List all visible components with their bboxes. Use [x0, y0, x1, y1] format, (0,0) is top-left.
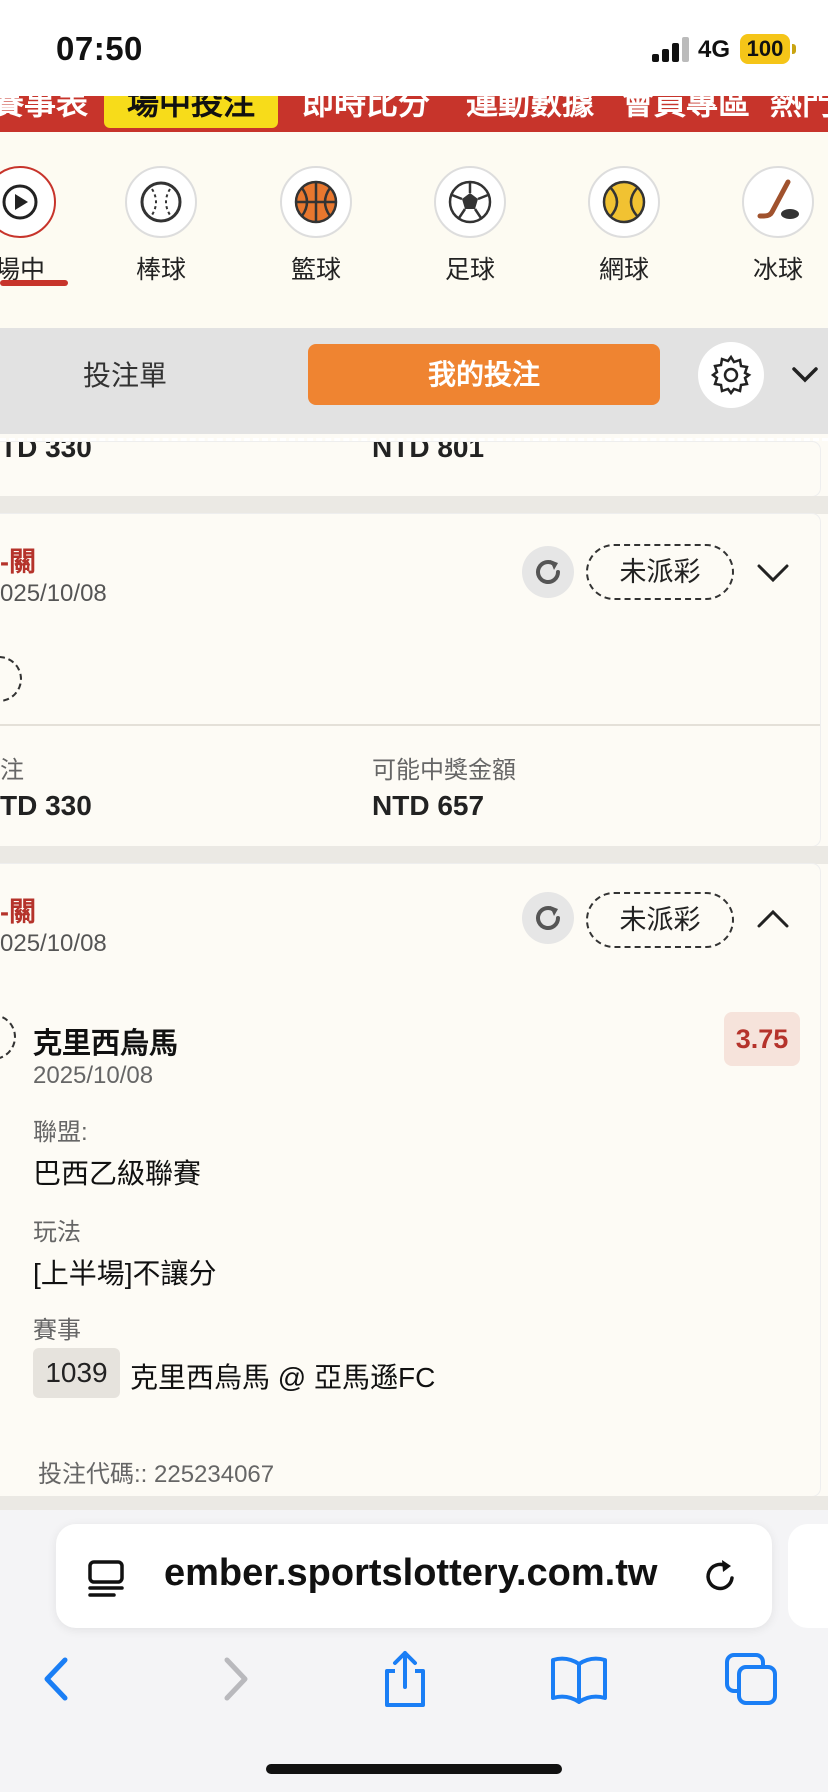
- sport-label: 籃球: [290, 256, 341, 284]
- live-broadcast-icon: [0, 166, 56, 238]
- event-label: 賽事: [33, 1317, 81, 1344]
- tab-betslip[interactable]: 投注單: [40, 346, 210, 406]
- status-bar: 07:50 4G 100: [0, 0, 828, 96]
- market-name: [上半場]不讓分: [33, 1258, 217, 1289]
- bet-type: -關: [0, 547, 36, 577]
- tabs-icon: [725, 1653, 777, 1705]
- collapse-button[interactable]: [788, 358, 822, 392]
- expand-button[interactable]: [752, 552, 794, 594]
- potential-amount: NTD 657: [372, 790, 485, 821]
- reload-icon[interactable]: [700, 1556, 740, 1601]
- browser-toolbar: ember.sportslottery.com.tw: [0, 1510, 828, 1792]
- battery-cap: [792, 44, 796, 54]
- share-icon: [385, 1651, 425, 1707]
- url-text: ember.sportslottery.com.tw: [164, 1552, 658, 1594]
- card-gap: [0, 1496, 828, 1510]
- chevron-up-icon: [757, 909, 789, 928]
- address-bar[interactable]: ember.sportslottery.com.tw: [56, 1524, 772, 1628]
- forward-button[interactable]: [200, 1644, 270, 1714]
- bet-card-expanded: -關 025/10/08 未派彩 克里西烏馬 2025/10/08 3.75 聯…: [0, 864, 820, 1496]
- sport-label: 足球: [444, 256, 495, 284]
- sport-tab-baseball[interactable]: 棒球: [101, 166, 221, 286]
- bookmarks-button[interactable]: [544, 1644, 614, 1714]
- status-time: 07:50: [56, 30, 143, 67]
- home-indicator[interactable]: [266, 1764, 562, 1774]
- basketball-icon: [280, 166, 352, 238]
- status-badge: 未派彩: [586, 544, 734, 600]
- event-name: 克里西烏馬 @ 亞馬遜FC: [130, 1362, 436, 1393]
- battery-icon: 100: [740, 34, 790, 64]
- chevron-right-icon: [224, 1657, 248, 1701]
- card-gap: [0, 496, 828, 514]
- sport-tab-tennis[interactable]: 網球: [564, 166, 684, 286]
- stake-amount: TD 330: [0, 442, 92, 463]
- sport-tab-basketball[interactable]: 籃球: [256, 166, 376, 286]
- potential-label: 可能中獎金額: [372, 757, 516, 784]
- soccer-ball-icon: [434, 166, 506, 238]
- bet-tab-bar: 投注單 我的投注: [0, 328, 828, 434]
- sport-category-bar: 場中 棒球 籃球 足球 網球 冰球: [0, 132, 828, 328]
- back-button[interactable]: [22, 1644, 92, 1714]
- bet-code: 投注代碼:: 225234067: [38, 1461, 275, 1488]
- ticker-item[interactable]: 即時比分: [302, 96, 430, 124]
- ticker-item[interactable]: 運動數據: [466, 96, 594, 124]
- ticker-highlight-item[interactable]: 場中投注: [104, 96, 278, 128]
- selection-date: 2025/10/08: [33, 1062, 154, 1089]
- card-gap: [0, 846, 828, 864]
- market-label: 玩法: [33, 1219, 81, 1246]
- tabs-button[interactable]: [716, 1644, 786, 1714]
- bet-card-partial: TD 330 NTD 801: [0, 442, 820, 496]
- book-icon: [551, 1656, 607, 1704]
- sport-label: 冰球: [752, 256, 803, 284]
- refresh-icon: [536, 906, 560, 930]
- event-code-badge: 1039: [33, 1348, 120, 1398]
- selection-marker: [0, 1014, 16, 1060]
- ticker-item[interactable]: 賽事表: [0, 96, 88, 124]
- sport-label: 網球: [598, 256, 649, 284]
- status-badge: 未派彩: [586, 892, 734, 948]
- league-label: 聯盟:: [33, 1119, 88, 1146]
- chevron-down-icon: [792, 367, 818, 383]
- marquee-ticker: 賽事表 場中投注 即時比分 運動數據 會員專區 熱門: [0, 96, 828, 132]
- refresh-button[interactable]: [522, 892, 574, 944]
- league-name: 巴西乙級聯賽: [33, 1158, 202, 1189]
- bet-date: 025/10/08: [0, 580, 107, 607]
- sport-tab-soccer[interactable]: 足球: [410, 166, 530, 286]
- odds-badge: 3.75: [724, 1012, 800, 1066]
- gear-icon: [710, 354, 752, 396]
- stake-label: 注: [0, 757, 24, 784]
- refresh-button[interactable]: [522, 546, 574, 598]
- ticker-item[interactable]: 熱門: [770, 96, 828, 124]
- ice-hockey-icon: [742, 166, 814, 238]
- stake-amount: TD 330: [0, 790, 92, 821]
- signal-strength-icon: [652, 36, 690, 62]
- next-tab-preview[interactable]: [788, 1524, 828, 1628]
- settings-button[interactable]: [698, 342, 764, 408]
- chevron-down-icon: [757, 564, 789, 583]
- bet-card: -關 025/10/08 未派彩 注 TD 330 可能中獎金額 NTD 657: [0, 514, 820, 846]
- bet-date: 025/10/08: [0, 930, 107, 957]
- tab-my-bets[interactable]: 我的投注: [308, 344, 660, 405]
- sport-tab-live[interactable]: 場中: [0, 166, 80, 286]
- network-type: 4G: [698, 36, 731, 63]
- refresh-icon: [536, 560, 560, 584]
- tennis-ball-icon: [588, 166, 660, 238]
- collapse-button[interactable]: [752, 898, 794, 940]
- reader-mode-icon[interactable]: [86, 1558, 126, 1603]
- potential-amount: NTD 801: [372, 442, 485, 463]
- sport-label: 棒球: [135, 256, 186, 284]
- ticker-item[interactable]: 會員專區: [622, 96, 750, 124]
- chevron-left-icon: [44, 1657, 68, 1701]
- selection-marker: [0, 656, 22, 702]
- sport-tab-ice-hockey[interactable]: 冰球: [718, 166, 828, 286]
- divider: [0, 724, 820, 726]
- selected-tab-indicator: [0, 280, 68, 286]
- share-button[interactable]: [370, 1644, 440, 1714]
- bet-type: -關: [0, 897, 36, 927]
- selection-team: 克里西烏馬: [33, 1028, 179, 1060]
- baseball-icon: [125, 166, 197, 238]
